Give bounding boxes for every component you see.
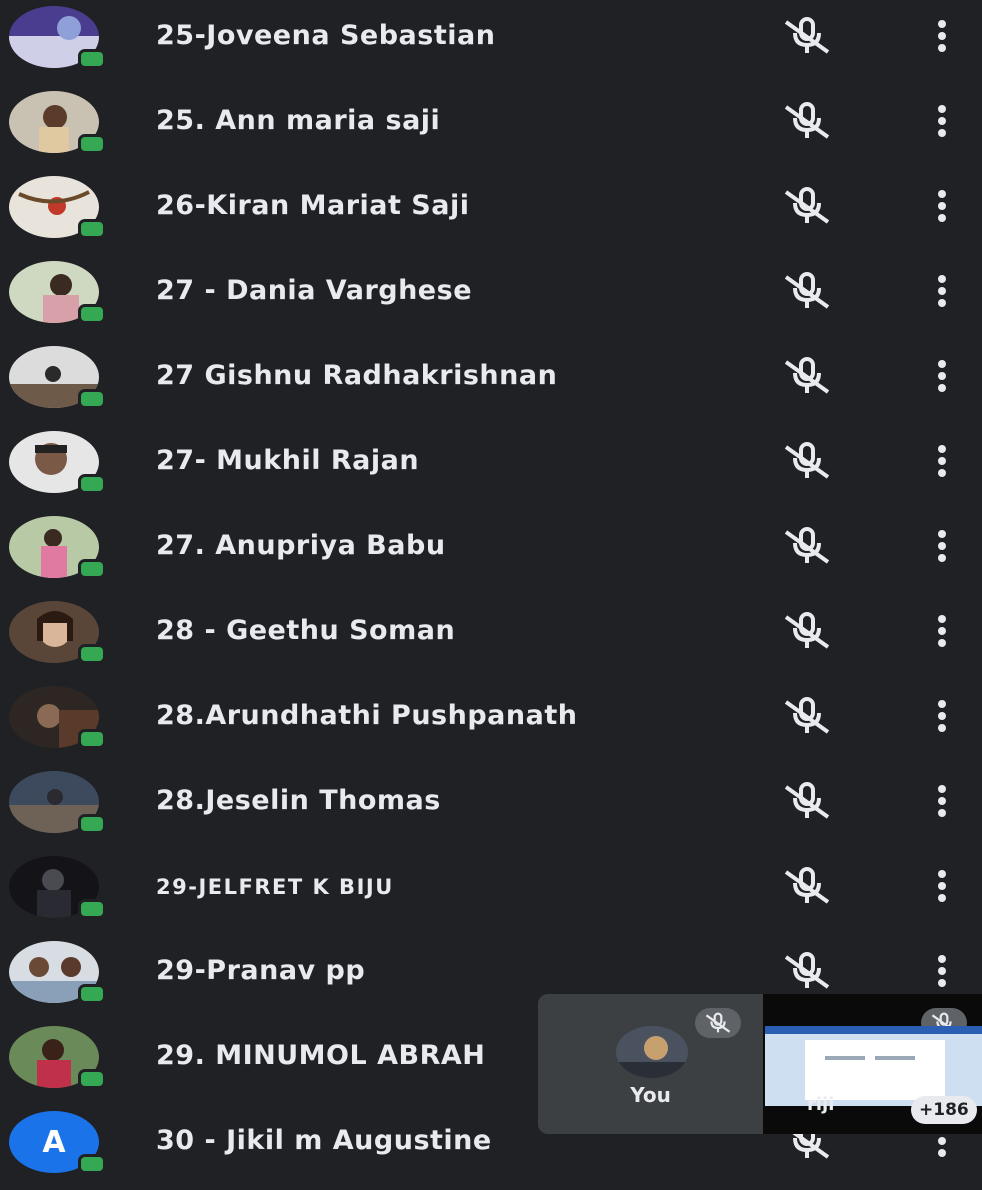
more-vert-icon[interactable] (928, 441, 956, 481)
mic-off-icon (784, 187, 830, 224)
screen-share-tile[interactable]: riji +186 (763, 994, 982, 1134)
more-participants-badge[interactable]: +186 (911, 1096, 977, 1124)
online-status-dot (78, 389, 106, 409)
mic-off-icon (784, 697, 830, 734)
mic-off-icon (784, 17, 830, 54)
participant-name: 29-JELFRET K BIJU (156, 875, 394, 899)
online-status-dot (78, 644, 106, 664)
online-status-dot (78, 1069, 106, 1089)
participant-name: 25-Joveena Sebastian (156, 20, 496, 51)
screen-share-label: riji (807, 1094, 835, 1115)
online-status-dot (78, 899, 106, 919)
online-status-dot (78, 984, 106, 1004)
online-status-dot (78, 134, 106, 154)
participant-name: 30 - Jikil m Augustine (156, 1125, 492, 1156)
participant-row[interactable]: 27- Mukhil Rajan (0, 425, 982, 510)
self-mic-off-badge (695, 1008, 741, 1038)
participant-name: 28.Jeselin Thomas (156, 785, 441, 816)
mic-off-icon (784, 867, 830, 904)
mic-off-icon (784, 527, 830, 564)
participant-name: 27 Gishnu Radhakrishnan (156, 360, 558, 391)
more-vert-icon[interactable] (928, 696, 956, 736)
mic-off-icon (784, 357, 830, 394)
shared-screen-preview (765, 1026, 982, 1106)
more-vert-icon[interactable] (928, 271, 956, 311)
more-vert-icon[interactable] (928, 611, 956, 651)
online-status-dot (78, 1154, 106, 1174)
more-vert-icon[interactable] (928, 186, 956, 226)
more-vert-icon[interactable] (928, 356, 956, 396)
self-avatar (616, 1026, 688, 1078)
participant-name: 29-Pranav pp (156, 955, 366, 986)
participant-name: 27- Mukhil Rajan (156, 445, 420, 476)
more-vert-icon[interactable] (928, 866, 956, 906)
participant-row[interactable]: 27 - Dania Varghese (0, 255, 982, 340)
participant-row[interactable]: 28 - Geethu Soman (0, 595, 982, 680)
more-vert-icon[interactable] (928, 951, 956, 991)
participant-name: 27. Anupriya Babu (156, 530, 446, 561)
participant-name: 25. Ann maria saji (156, 105, 441, 136)
mic-off-icon (784, 102, 830, 139)
more-vert-icon[interactable] (928, 526, 956, 566)
mic-off-icon (784, 272, 830, 309)
mic-off-icon (705, 1012, 731, 1033)
participant-row[interactable]: 28.Jeselin Thomas (0, 765, 982, 850)
more-vert-icon[interactable] (928, 781, 956, 821)
online-status-dot (78, 304, 106, 324)
self-video-tile[interactable]: You (538, 994, 763, 1134)
mic-off-icon (784, 952, 830, 989)
participant-row[interactable]: 25-Joveena Sebastian (0, 0, 982, 85)
online-status-dot (78, 474, 106, 494)
online-status-dot (78, 729, 106, 749)
self-label: You (630, 1083, 671, 1107)
participant-row[interactable]: 26-Kiran Mariat Saji (0, 170, 982, 255)
participant-row[interactable]: 27 Gishnu Radhakrishnan (0, 340, 982, 425)
participant-row[interactable]: 28.Arundhathi Pushpanath (0, 680, 982, 765)
participant-row[interactable]: 29-JELFRET K BIJU (0, 850, 982, 935)
participant-name: 28.Arundhathi Pushpanath (156, 700, 578, 731)
participant-name: 27 - Dania Varghese (156, 275, 473, 306)
participant-name: 29. MINUMOL ABRAH (156, 1040, 486, 1071)
participant-name: 26-Kiran Mariat Saji (156, 190, 470, 221)
online-status-dot (78, 814, 106, 834)
participant-row[interactable]: 27. Anupriya Babu (0, 510, 982, 595)
mic-off-icon (784, 782, 830, 819)
more-vert-icon[interactable] (928, 16, 956, 56)
mic-off-icon (784, 442, 830, 479)
more-vert-icon[interactable] (928, 101, 956, 141)
online-status-dot (78, 559, 106, 579)
participant-name: 28 - Geethu Soman (156, 615, 456, 646)
mic-off-icon (784, 612, 830, 649)
online-status-dot (78, 49, 106, 69)
participant-row[interactable]: 25. Ann maria saji (0, 85, 982, 170)
online-status-dot (78, 219, 106, 239)
